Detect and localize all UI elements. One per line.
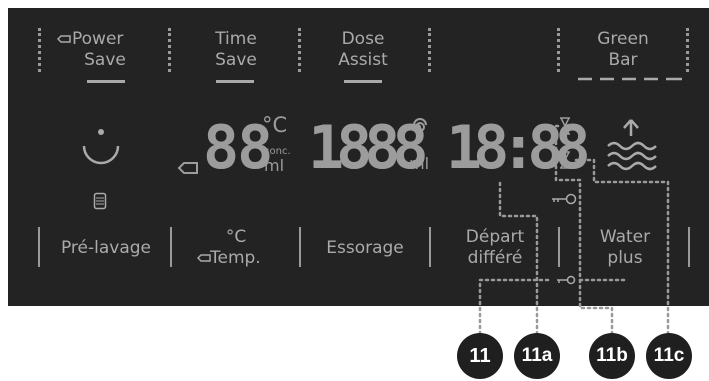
callout-11c: 11c — [646, 333, 692, 379]
callout-11a: 11a — [514, 333, 560, 379]
callout-11b: 11b — [589, 333, 635, 379]
callout-11: 11 — [457, 333, 503, 379]
callout-lines — [478, 124, 670, 342]
